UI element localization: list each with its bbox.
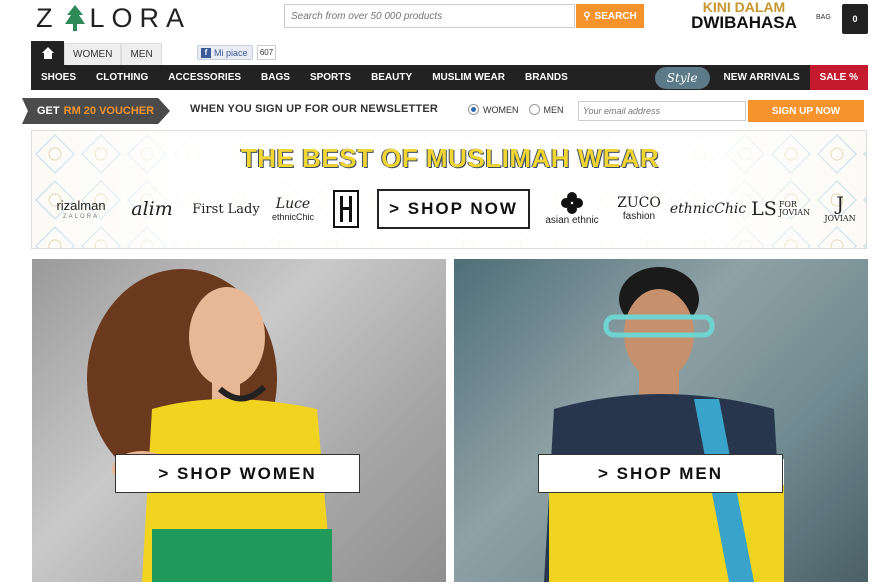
gender-tabs: WOMEN MEN xyxy=(31,41,171,65)
facebook-icon: f xyxy=(201,47,211,58)
brand-alim-logo[interactable]: alim xyxy=(122,189,182,229)
brand-rizalman-logo[interactable]: rizalman ZALORA xyxy=(46,189,116,229)
facebook-like-button[interactable]: f Mi piace xyxy=(197,45,253,60)
nav-brands[interactable]: BRANDS xyxy=(515,65,578,90)
nav-new-arrivals[interactable]: NEW ARRIVALS xyxy=(714,65,810,90)
facebook-like-label: Mi piace xyxy=(214,47,248,58)
nav-style[interactable]: Style xyxy=(654,66,710,89)
newsletter-bar: GET RM 20 VOUCHER WHEN YOU SIGN UP FOR O… xyxy=(22,98,868,124)
nav-sale[interactable]: SALE % xyxy=(809,65,868,90)
nav-clothing[interactable]: CLOTHING xyxy=(86,65,158,90)
search-icon: ⚲ xyxy=(583,10,591,22)
search-input[interactable] xyxy=(284,4,575,28)
voucher-badge: GET RM 20 VOUCHER xyxy=(22,98,170,124)
tab-women[interactable]: WOMEN xyxy=(64,43,122,65)
brand-asian-ethnic-logo[interactable]: asian ethnic xyxy=(537,189,607,229)
email-field[interactable] xyxy=(578,101,746,121)
nav-bags[interactable]: BAGS xyxy=(251,65,300,90)
promo-line-2: DWIBAHASA xyxy=(691,13,797,32)
nav-beauty[interactable]: BEAUTY xyxy=(361,65,422,90)
brand-zuco-sub: fashion xyxy=(622,211,656,222)
brand-jovian-text: JOVIAN xyxy=(824,214,856,223)
home-icon xyxy=(41,47,54,59)
search-button[interactable]: ⚲ SEARCH xyxy=(576,4,644,28)
home-tab[interactable] xyxy=(31,41,64,65)
main-nav: SHOES CLOTHING ACCESSORIES BAGS SPORTS B… xyxy=(31,65,868,90)
muslimah-banner[interactable]: THE BEST OF MUSLIMAH WEAR rizalman ZALOR… xyxy=(31,130,867,249)
tree-icon xyxy=(64,5,86,31)
radio-women-label: WOMEN xyxy=(483,104,519,115)
signup-button[interactable]: SIGN UP NOW xyxy=(748,100,864,122)
brand-firstlady-logo[interactable]: First Lady xyxy=(190,189,262,229)
h-monogram-icon xyxy=(333,190,359,228)
brand-ls-sub: FOR JOVIAN xyxy=(778,200,811,217)
bag-count: 0 xyxy=(852,14,858,24)
tab-men[interactable]: MEN xyxy=(121,43,162,65)
men-model-photo xyxy=(544,267,784,582)
brand-luce-logo[interactable]: Luce ethnicChic xyxy=(264,189,322,229)
radio-men[interactable] xyxy=(528,104,540,115)
gender-radio-group: WOMEN MEN xyxy=(468,104,564,115)
radio-men-label: MEN xyxy=(543,104,564,115)
brand-rizalman-text: rizalman xyxy=(56,197,106,213)
brand-luce-text: Luce xyxy=(275,195,311,212)
voucher-prefix: GET xyxy=(37,105,60,117)
brand-zuco-logo[interactable]: ZUCO fashion xyxy=(614,189,664,229)
brand-ls-text: LS xyxy=(751,197,777,220)
nav-sports[interactable]: SPORTS xyxy=(300,65,361,90)
jovian-j-icon: J xyxy=(836,193,844,215)
nav-accessories[interactable]: ACCESSORIES xyxy=(158,65,251,90)
bag-button[interactable]: 0 xyxy=(842,4,868,34)
flower-icon xyxy=(561,192,583,214)
newsletter-text: WHEN YOU SIGN UP FOR OUR NEWSLETTER xyxy=(190,103,438,115)
bilingual-promo[interactable]: KINI DALAM DWIBAHASA xyxy=(684,0,804,34)
women-model-photo xyxy=(87,269,332,582)
brand-h-logo[interactable] xyxy=(332,189,360,229)
brand-luce-sub: ethnicChic xyxy=(271,211,315,222)
facebook-like-count: 607 xyxy=(257,45,276,60)
women-panel[interactable]: > SHOP WOMEN xyxy=(32,259,446,582)
men-panel[interactable]: > SHOP MEN xyxy=(454,259,868,582)
zalora-logo[interactable]: Z LORA xyxy=(36,2,216,33)
brand-asian-ethnic-text: asian ethnic xyxy=(545,215,599,226)
search-button-label: SEARCH xyxy=(594,10,637,22)
logo-rest: LORA xyxy=(89,2,192,33)
logo-z: Z xyxy=(36,2,60,33)
nav-muslim-wear[interactable]: MUSLIM WEAR xyxy=(422,65,515,90)
shop-now-button[interactable]: > SHOP NOW xyxy=(377,189,530,229)
brand-rizalman-sub: ZALORA xyxy=(62,213,99,220)
radio-women[interactable] xyxy=(468,104,479,115)
brand-ethnicchic-logo[interactable]: ethnicChic xyxy=(670,189,746,229)
voucher-amount: RM 20 VOUCHER xyxy=(63,105,155,117)
brand-ls-jovian-logo[interactable]: LS FOR JOVIAN xyxy=(750,189,816,229)
promo-line-1: KINI DALAM xyxy=(702,0,786,15)
brand-jovian-logo[interactable]: J JOVIAN xyxy=(818,189,862,229)
nav-shoes[interactable]: SHOES xyxy=(31,65,86,90)
shop-men-button[interactable]: > SHOP MEN xyxy=(538,454,783,493)
brand-zuco-text: ZUCO xyxy=(617,195,661,211)
shop-women-button[interactable]: > SHOP WOMEN xyxy=(115,454,360,493)
bag-label: BAG xyxy=(816,14,831,21)
banner-title: THE BEST OF MUSLIMAH WEAR xyxy=(240,143,660,173)
